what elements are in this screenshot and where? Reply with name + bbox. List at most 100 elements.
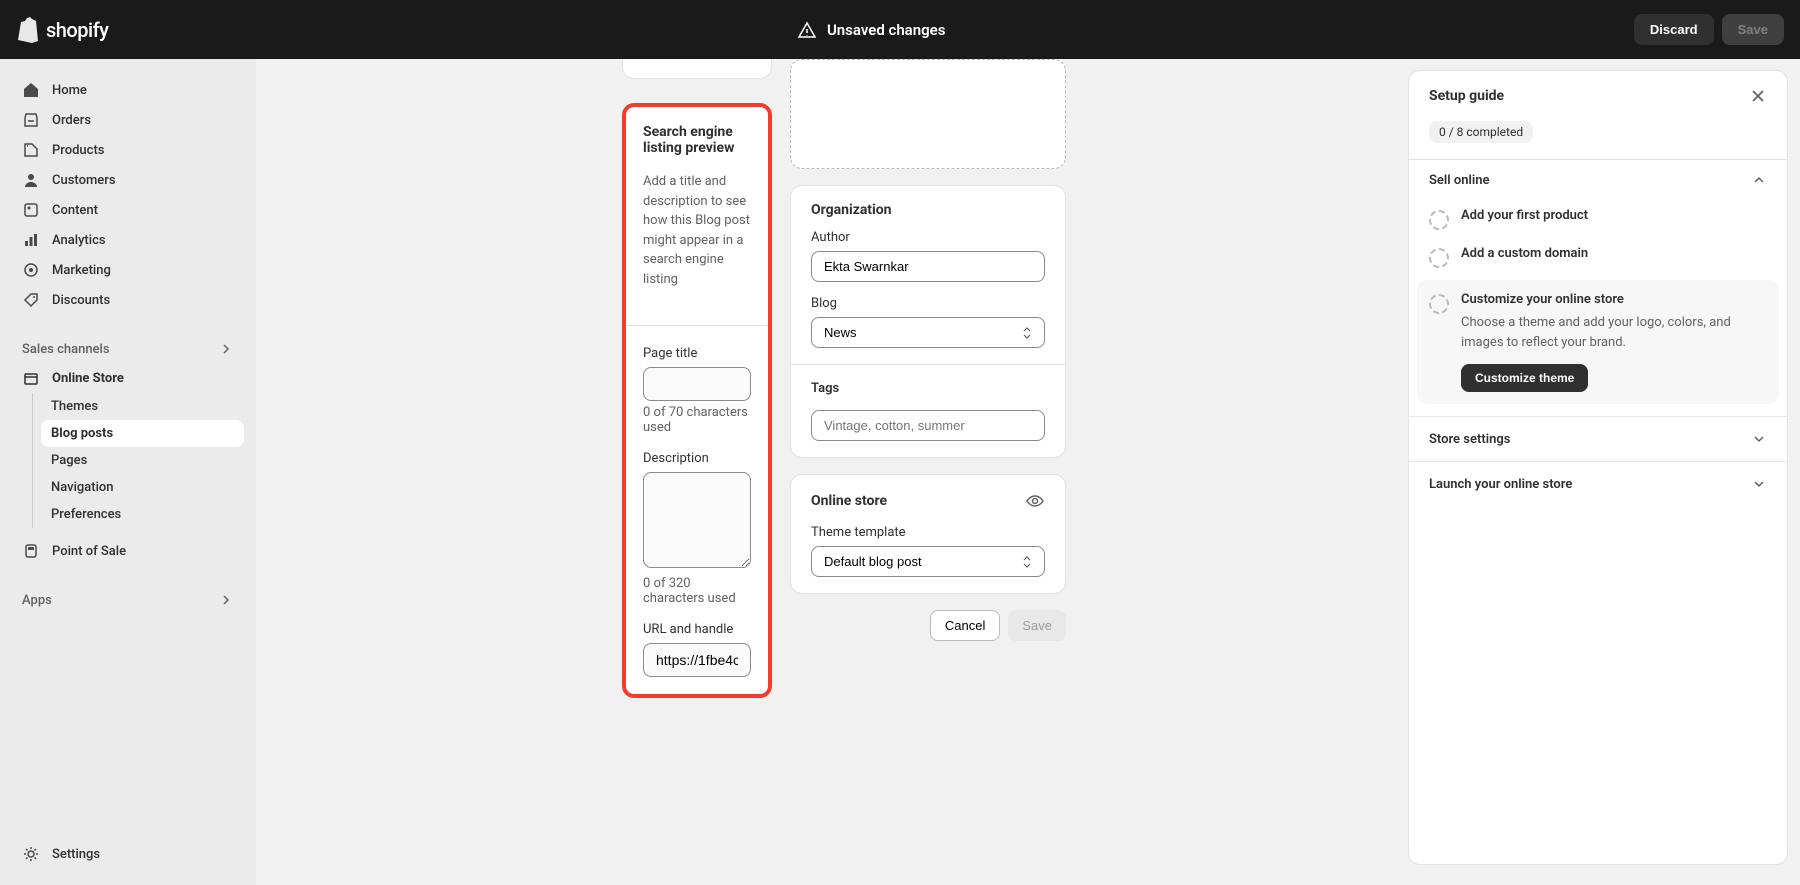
nav-point-of-sale[interactable]: Point of Sale [12, 536, 244, 566]
author-label: Author [811, 230, 1045, 245]
online-store-card: Online store Theme template Default blog… [790, 474, 1066, 594]
subnav-blog-posts[interactable]: Blog posts [41, 420, 244, 447]
description-label: Description [643, 451, 751, 466]
nav-label: Marketing [52, 263, 111, 278]
logo-text: shopify [46, 18, 108, 42]
unsaved-changes-label: Unsaved changes [827, 21, 946, 39]
customize-theme-button[interactable]: Customize theme [1461, 364, 1588, 392]
logo[interactable]: shopify [16, 16, 108, 44]
description-textarea[interactable] [643, 472, 751, 568]
online-store-title: Online store [811, 493, 887, 509]
subnav-label: Themes [51, 399, 98, 414]
right-column: Organization Author Blog News Tags [790, 59, 1066, 714]
template-label: Theme template [811, 525, 1045, 540]
setup-step-add-domain[interactable]: Add a custom domain [1409, 238, 1787, 276]
warning-icon [797, 20, 817, 40]
step-circle-icon [1429, 210, 1449, 230]
blog-select[interactable]: News [811, 317, 1045, 348]
seo-card-desc: Add a title and description to see how t… [643, 172, 751, 289]
setup-guide-panel: Setup guide 0 / 8 completed Sell online … [1408, 70, 1788, 865]
author-input[interactable] [811, 251, 1045, 282]
organization-title: Organization [811, 202, 1045, 218]
nav-content[interactable]: Content [12, 195, 244, 225]
nav-orders[interactable]: Orders [12, 105, 244, 135]
apps-label: Apps [22, 593, 52, 608]
nav-products[interactable]: Products [12, 135, 244, 165]
nav-label: Point of Sale [52, 544, 126, 559]
nav-analytics[interactable]: Analytics [12, 225, 244, 255]
seo-card: Search engine listing preview Add a titl… [622, 103, 772, 698]
card-above-placeholder [622, 59, 772, 79]
center-column: Search engine listing preview Add a titl… [622, 59, 772, 714]
close-icon[interactable] [1749, 87, 1767, 105]
topbar: shopify Unsaved changes Discard Save [0, 0, 1800, 59]
step-circle-icon [1429, 294, 1449, 314]
nav-online-store[interactable]: Online Store [12, 363, 244, 393]
discard-button[interactable]: Discard [1634, 14, 1714, 45]
setup-step-customize-store[interactable]: Customize your online store Choose a the… [1417, 280, 1779, 404]
sell-online-label: Sell online [1429, 173, 1490, 188]
url-label: URL and handle [643, 622, 751, 637]
gear-icon [22, 845, 40, 863]
subnav-navigation[interactable]: Navigation [41, 474, 244, 501]
launch-store-section[interactable]: Launch your online store [1409, 461, 1787, 506]
chevron-down-icon [1751, 431, 1767, 447]
subnav-preferences[interactable]: Preferences [41, 501, 244, 528]
subnav-themes[interactable]: Themes [41, 393, 244, 420]
chevron-down-icon [1751, 476, 1767, 492]
setup-step-add-product[interactable]: Add your first product [1409, 200, 1787, 238]
setup-progress-badge: 0 / 8 completed [1429, 121, 1533, 143]
nav-marketing[interactable]: Marketing [12, 255, 244, 285]
setup-step-desc: Choose a theme and add your logo, colors… [1461, 313, 1767, 352]
nav-label: Content [52, 203, 98, 218]
template-select[interactable]: Default blog post [811, 546, 1045, 577]
cancel-button[interactable]: Cancel [930, 610, 1000, 641]
nav-label: Online Store [52, 371, 124, 386]
subnav-pages[interactable]: Pages [41, 447, 244, 474]
subnav-label: Preferences [51, 507, 121, 522]
marketing-icon [22, 261, 40, 279]
nav-label: Products [52, 143, 104, 158]
nav-settings[interactable]: Settings [12, 839, 244, 869]
tags-input[interactable] [811, 410, 1045, 441]
nav-label: Orders [52, 113, 91, 128]
url-input[interactable] [643, 643, 751, 677]
chevron-right-icon [218, 592, 234, 608]
sell-online-section[interactable]: Sell online [1409, 160, 1787, 200]
topbar-actions: Discard Save [1634, 14, 1784, 45]
page-title-input[interactable] [643, 367, 751, 401]
save-button-bottom: Save [1008, 610, 1066, 641]
eye-icon[interactable] [1025, 491, 1045, 511]
chevron-right-icon [218, 341, 234, 357]
chevron-up-icon [1751, 172, 1767, 188]
setup-step-title: Customize your online store [1461, 292, 1767, 307]
orders-icon [22, 111, 40, 129]
nav-home[interactable]: Home [12, 75, 244, 105]
sales-channels-label: Sales channels [22, 342, 110, 357]
page-title-helper: 0 of 70 characters used [643, 405, 751, 435]
step-circle-icon [1429, 248, 1449, 268]
page-title-label: Page title [643, 346, 751, 361]
sales-channels-header[interactable]: Sales channels [12, 331, 244, 363]
nav-label: Analytics [52, 233, 106, 248]
setup-step-title: Add a custom domain [1461, 246, 1588, 261]
nav-label: Home [52, 83, 87, 98]
save-button-top: Save [1722, 14, 1784, 45]
setup-title: Setup guide [1429, 88, 1504, 104]
nav-label: Customers [52, 173, 116, 188]
store-settings-label: Store settings [1429, 432, 1510, 447]
nav-customers[interactable]: Customers [12, 165, 244, 195]
setup-step-title: Add your first product [1461, 208, 1588, 223]
seo-card-title: Search engine listing preview [643, 124, 751, 156]
store-settings-section[interactable]: Store settings [1409, 416, 1787, 461]
pos-icon [22, 542, 40, 560]
featured-image-placeholder[interactable] [790, 59, 1066, 169]
description-helper: 0 of 320 characters used [643, 576, 751, 606]
launch-label: Launch your online store [1429, 477, 1572, 492]
subnav-label: Navigation [51, 480, 114, 495]
blog-label: Blog [811, 296, 1045, 311]
apps-header[interactable]: Apps [12, 582, 244, 614]
nav-discounts[interactable]: Discounts [12, 285, 244, 315]
analytics-icon [22, 231, 40, 249]
nav-label: Discounts [52, 293, 110, 308]
